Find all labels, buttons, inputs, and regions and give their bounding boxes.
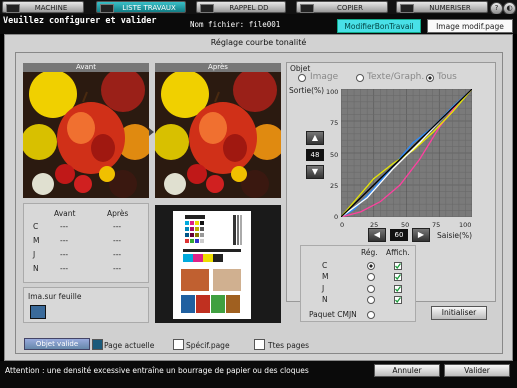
y-tick-label: 75 xyxy=(330,119,339,127)
input-left-button[interactable]: ◀ xyxy=(368,228,386,242)
density-col-after: Après xyxy=(107,209,129,218)
density-value: --- xyxy=(60,264,69,273)
reg-radio-n[interactable] xyxy=(367,296,375,304)
radio-image[interactable] xyxy=(298,74,306,82)
channel-label-m: M xyxy=(322,272,329,281)
tab-rappel-dd[interactable]: RAPPEL DD xyxy=(196,1,286,13)
y-tick-label: 0 xyxy=(334,213,339,221)
before-after-arrow-icon xyxy=(149,128,154,136)
radio-image-label: Image xyxy=(310,72,339,82)
objet-valide-label: Objet valide xyxy=(24,338,90,350)
y-axis-label: Sortie(%) xyxy=(289,86,325,95)
density-value: --- xyxy=(113,250,122,259)
affich-checkbox-m[interactable] xyxy=(394,273,402,281)
affich-checkbox-j[interactable] xyxy=(394,285,402,293)
density-col-before: Avant xyxy=(54,209,76,218)
output-up-button[interactable]: ▲ xyxy=(306,131,324,145)
density-row-label: N xyxy=(33,264,39,273)
reg-radio-m[interactable] xyxy=(367,273,375,281)
radio-tous[interactable] xyxy=(426,74,434,82)
density-value: --- xyxy=(60,236,69,245)
y-tick-label: 100 xyxy=(326,88,339,96)
col-affich-label: Affich. xyxy=(386,248,410,257)
density-value: --- xyxy=(60,250,69,259)
affich-checkbox-n[interactable] xyxy=(394,296,402,304)
after-header: Après xyxy=(155,63,281,72)
warning-message: Attention : une densité excessive entraî… xyxy=(5,366,309,375)
page-title: Veuillez configurer et valider xyxy=(3,16,157,26)
channel-label-n: N xyxy=(322,295,328,304)
col-reg-label: Rég. xyxy=(361,248,378,257)
radio-texte-graph-label: Texte/Graph. xyxy=(367,72,425,82)
x-tick-label: 100 xyxy=(459,221,472,229)
tone-curve-svg[interactable] xyxy=(340,88,473,218)
panel-title: Réglage courbe tonalité xyxy=(210,38,307,47)
page-actuelle-label: Page actuelle xyxy=(104,341,155,350)
list-icon xyxy=(100,4,114,13)
reg-radio-c[interactable] xyxy=(367,262,375,270)
affich-checkbox-c[interactable] xyxy=(394,262,402,270)
page-preview[interactable] xyxy=(173,211,251,319)
density-row-label: J xyxy=(33,250,36,259)
image-modif-page-button[interactable]: Image modif.page xyxy=(427,19,513,33)
input-value: 60 xyxy=(390,229,408,241)
x-axis-label: Saisie(%) xyxy=(437,231,473,240)
machine-icon xyxy=(6,4,20,13)
output-value: 48 xyxy=(306,149,324,161)
density-row-label: C xyxy=(33,222,39,231)
specif-page-option[interactable] xyxy=(173,339,184,350)
tone-curve-chart[interactable] xyxy=(340,88,473,218)
ttes-pages-option[interactable] xyxy=(254,339,265,350)
density-table xyxy=(23,203,149,283)
density-value: --- xyxy=(113,222,122,231)
paquet-cmjn-radio[interactable] xyxy=(367,311,375,319)
tab-numeriser[interactable]: NUMERISER xyxy=(396,1,488,13)
modify-job-ticket-button[interactable]: ModifierBonTravail xyxy=(337,19,421,33)
x-tick-label: 75 xyxy=(432,221,441,229)
x-tick-label: 0 xyxy=(340,221,345,229)
specif-page-label: Spécif.page xyxy=(186,341,230,350)
sheet-thumbnail-icon[interactable] xyxy=(30,305,46,319)
file-name-label: Nom fichier: file001 xyxy=(190,20,281,29)
initialiser-button[interactable]: Initialiser xyxy=(431,306,487,320)
density-value: --- xyxy=(60,222,69,231)
annuler-button[interactable]: Annuler xyxy=(374,364,440,377)
after-preview-image xyxy=(155,72,281,198)
page-actuelle-option[interactable] xyxy=(92,339,103,350)
y-tick-label: 25 xyxy=(330,182,339,190)
tab-copier[interactable]: COPIER xyxy=(296,1,388,13)
channel-label-c: C xyxy=(322,261,328,270)
objet-label: Objet xyxy=(290,64,311,73)
y-tick-label: 50 xyxy=(330,151,339,159)
valider-button[interactable]: Valider xyxy=(444,364,510,377)
tab-machine[interactable]: MACHINE xyxy=(2,1,84,13)
radio-tous-label: Tous xyxy=(437,72,457,82)
sheet-label: Ima.sur feuille xyxy=(28,292,82,301)
channel-label-j: J xyxy=(322,284,325,293)
density-value: --- xyxy=(113,236,122,245)
radio-texte-graph[interactable] xyxy=(356,74,364,82)
copier-icon xyxy=(300,4,314,13)
before-header: Avant xyxy=(23,63,149,72)
paquet-cmjn-label: Paquet CMJN xyxy=(309,310,357,319)
ttes-pages-label: Ttes pages xyxy=(268,341,310,350)
x-tick-label: 50 xyxy=(401,221,410,229)
output-down-button[interactable]: ▼ xyxy=(306,165,324,179)
density-value: --- xyxy=(113,264,122,273)
scanner-icon xyxy=(400,4,414,13)
hard-disk-icon xyxy=(200,4,214,13)
reg-radio-j[interactable] xyxy=(367,285,375,293)
density-row-label: M xyxy=(33,236,40,245)
input-right-button[interactable]: ▶ xyxy=(412,228,430,242)
tab-liste-travaux[interactable]: LISTE TRAVAUX xyxy=(96,1,186,13)
before-preview-image xyxy=(23,72,149,198)
